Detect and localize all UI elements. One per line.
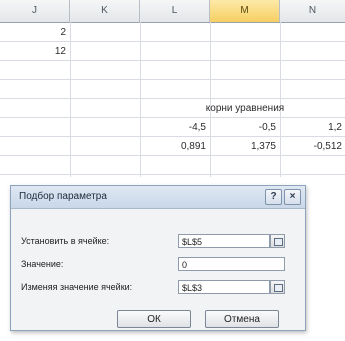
column-header-row: J K L M N [0,0,345,23]
set-cell-input[interactable]: $L$5 [178,234,270,248]
column-header-m[interactable]: M [210,0,280,22]
column-header-l[interactable]: L [140,0,210,22]
grid-line [0,79,345,80]
value-label: Значение: [21,259,64,269]
close-button[interactable]: × [284,189,301,205]
cell-root-2[interactable]: -0,5 [210,118,276,137]
changing-cell-input[interactable]: $L$3 [178,280,270,294]
value-input[interactable]: 0 [178,257,285,271]
cell-value-2[interactable]: 1,375 [210,137,276,156]
roots-header-cell[interactable]: корни уравнения [150,99,340,118]
cell-j3[interactable]: 12 [0,42,66,61]
set-cell-range-picker-icon[interactable] [270,234,285,248]
grid-line [0,174,345,175]
dialog-title: Подбор параметра [19,191,107,202]
goal-seek-dialog: Подбор параметра ? × Установить в ячейке… [10,185,306,331]
column-header-j[interactable]: J [0,0,70,22]
dialog-titlebar[interactable]: Подбор параметра ? × [11,186,305,209]
cell-root-1[interactable]: -4,5 [140,118,206,137]
cell-j2[interactable]: 2 [0,23,66,42]
column-header-n[interactable]: N [280,0,345,22]
help-button[interactable]: ? [265,189,282,205]
column-header-k[interactable]: K [70,0,140,22]
grid-line [70,22,71,177]
cell-root-3[interactable]: 1,2 [280,118,342,137]
ok-button[interactable]: ОК [117,310,191,328]
cancel-button[interactable]: Отмена [205,310,279,328]
cell-value-3[interactable]: -0,512 [280,137,342,156]
changing-cell-range-picker-icon[interactable] [270,280,285,294]
cell-value-1[interactable]: 0,891 [140,137,206,156]
changing-cell-label: Изменяя значение ячейки: [21,282,133,292]
set-cell-label: Установить в ячейке: [21,236,110,246]
